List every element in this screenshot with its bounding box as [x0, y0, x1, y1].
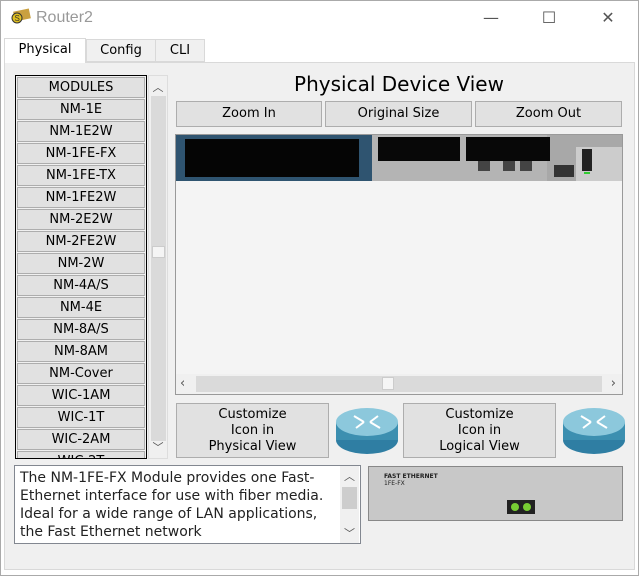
module-description: The NM-1FE-FX Module provides one Fast-E…: [14, 465, 361, 544]
tab-config[interactable]: Config: [86, 39, 156, 62]
module-item[interactable]: NM-1E: [17, 99, 145, 120]
module-item[interactable]: WIC-2AM: [17, 429, 145, 450]
button-line: Logical View: [439, 439, 520, 454]
button-line: Physical View: [208, 439, 297, 454]
module-item[interactable]: NM-1FE-FX: [17, 143, 145, 164]
zoom-out-button[interactable]: Zoom Out: [475, 101, 622, 127]
module-item[interactable]: WIC-1AM: [17, 385, 145, 406]
router-icon: [563, 408, 625, 454]
module-item[interactable]: NM-1FE2W: [17, 187, 145, 208]
module-item[interactable]: NM-Cover: [17, 363, 145, 384]
module-item[interactable]: NM-2FE2W: [17, 231, 145, 252]
device-view: [175, 134, 623, 395]
scroll-down-icon[interactable]: ﹀: [149, 439, 167, 455]
maximize-button[interactable]: ☐: [534, 8, 564, 27]
module-item[interactable]: WIC-1T: [17, 407, 145, 428]
scroll-thumb[interactable]: [152, 246, 165, 258]
module-item[interactable]: NM-4A/S: [17, 275, 145, 296]
button-line: Icon in: [457, 423, 502, 438]
app-icon: S: [11, 8, 31, 24]
customize-physical-icon-button[interactable]: Customize Icon in Physical View: [176, 403, 329, 458]
module-sublabel: 1FE-FX: [384, 480, 405, 487]
scroll-thumb[interactable]: [342, 487, 357, 509]
description-scrollbar[interactable]: ︿ ﹀: [340, 466, 359, 543]
svg-text:S: S: [15, 14, 20, 23]
minimize-button[interactable]: —: [476, 8, 506, 27]
button-line: Customize: [218, 407, 287, 422]
module-item[interactable]: NM-4E: [17, 297, 145, 318]
modules-header: MODULES: [17, 77, 145, 98]
button-line: Customize: [445, 407, 514, 422]
zoom-in-button[interactable]: Zoom In: [176, 101, 322, 127]
module-label: FAST ETHERNET: [384, 473, 438, 480]
modules-list: MODULES NM-1E NM-1E2W NM-1FE-FX NM-1FE-T…: [15, 75, 147, 459]
close-button[interactable]: ✕: [593, 8, 623, 27]
scroll-track[interactable]: [151, 96, 166, 441]
title-bar: S Router2: [10, 8, 93, 33]
module-item[interactable]: NM-2W: [17, 253, 145, 274]
tab-physical[interactable]: Physical: [4, 38, 86, 63]
router-chassis-image: [176, 135, 622, 181]
button-line: Icon in: [230, 423, 275, 438]
page-title: Physical Device View: [294, 72, 504, 96]
original-size-button[interactable]: Original Size: [325, 101, 472, 127]
scroll-down-icon[interactable]: ﹀: [340, 525, 359, 541]
module-item[interactable]: NM-1E2W: [17, 121, 145, 142]
module-item[interactable]: NM-1FE-TX: [17, 165, 145, 186]
scroll-right-icon[interactable]: ›: [611, 376, 616, 391]
modules-scrollbar[interactable]: ︿ ﹀: [148, 75, 168, 459]
module-item[interactable]: NM-8A/S: [17, 319, 145, 340]
customize-logical-icon-button[interactable]: Customize Icon in Logical View: [403, 403, 556, 458]
module-image: FAST ETHERNET 1FE-FX: [368, 466, 623, 521]
module-item[interactable]: NM-8AM: [17, 341, 145, 362]
module-item[interactable]: NM-2E2W: [17, 209, 145, 230]
scroll-up-icon[interactable]: ︿: [340, 468, 359, 484]
module-item[interactable]: WIC-2T: [17, 451, 145, 458]
scroll-up-icon[interactable]: ︿: [149, 79, 167, 95]
router-icon: [336, 408, 398, 454]
hscroll-thumb[interactable]: [382, 377, 394, 390]
scroll-left-icon[interactable]: ‹: [180, 376, 185, 391]
window-title: Router2: [36, 9, 93, 26]
fiber-port: [507, 500, 535, 514]
hscroll-track[interactable]: [196, 376, 602, 392]
device-view-hscrollbar[interactable]: ‹ ›: [176, 374, 622, 394]
tab-cli[interactable]: CLI: [155, 39, 205, 62]
